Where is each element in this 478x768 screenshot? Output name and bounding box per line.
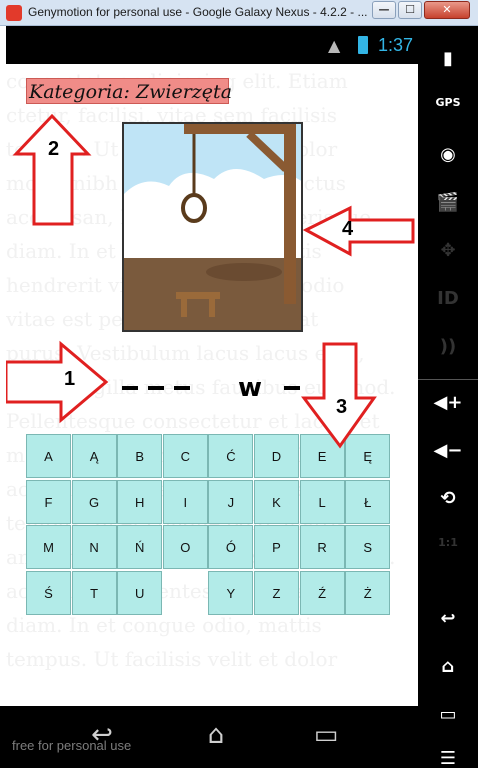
callout-number-2: 2 [48, 138, 60, 160]
volume-up-icon[interactable]: ◀+ [426, 392, 470, 424]
minimize-button[interactable]: — [372, 1, 396, 19]
android-nav-bar: ↩ ⌂ ▭ free for personal use [0, 706, 418, 768]
video-icon: 🎬 [436, 192, 460, 213]
callout-arrow-4 [302, 205, 415, 257]
phone-screen: ▲ 1:37 consectetur adipiscing elit. Etia… [6, 26, 418, 706]
callout-arrow-2 [12, 113, 92, 226]
recents-icon[interactable]: ▭ [296, 720, 356, 754]
rss-icon: )) [439, 336, 457, 357]
battery-icon[interactable]: ▮ [426, 48, 470, 80]
callout-number-1: 1 [64, 368, 76, 390]
callout-number-3: 3 [336, 396, 348, 418]
minimize-icon: — [378, 3, 390, 16]
callout-arrow-1 [6, 340, 109, 424]
genymotion-app-icon [6, 5, 22, 21]
sidebar-divider [418, 379, 478, 380]
watermark-text: free for personal use [12, 738, 132, 753]
menu-icon[interactable]: ☰ [426, 748, 470, 768]
scale-icon: 1:1 [438, 536, 458, 549]
close-button[interactable]: ✕ [424, 1, 470, 19]
gps-icon[interactable]: GPS [426, 96, 470, 128]
maximize-icon: ☐ [405, 3, 415, 16]
volume-down-icon[interactable]: ◀− [426, 440, 470, 472]
callout-number-4: 4 [342, 218, 354, 240]
close-icon: ✕ [442, 3, 452, 16]
rotate-icon[interactable]: ⟲ [426, 488, 470, 520]
recents-icon[interactable]: ▭ [426, 704, 470, 736]
window-title: Genymotion for personal use - Google Gal… [28, 5, 368, 19]
dpad-icon: ✥ [440, 240, 456, 261]
id-icon: ID [437, 288, 459, 309]
emulator-sidebar: ▮ GPS ◉ 🎬 ✥ ID)) ◀+ ◀− ⟲ 1:1 ↩ ⌂ ▭ ☰ [418, 26, 478, 768]
home-icon[interactable]: ⌂ [426, 656, 470, 688]
callout-arrows [6, 113, 415, 449]
home-icon[interactable]: ⌂ [186, 720, 246, 754]
callout-arrow-3 [301, 342, 377, 449]
window-titlebar: Genymotion for personal use - Google Gal… [0, 0, 478, 26]
maximize-button[interactable]: ☐ [398, 1, 422, 19]
camera-icon[interactable]: ◉ [426, 144, 470, 176]
back-icon[interactable]: ↩ [426, 608, 470, 640]
